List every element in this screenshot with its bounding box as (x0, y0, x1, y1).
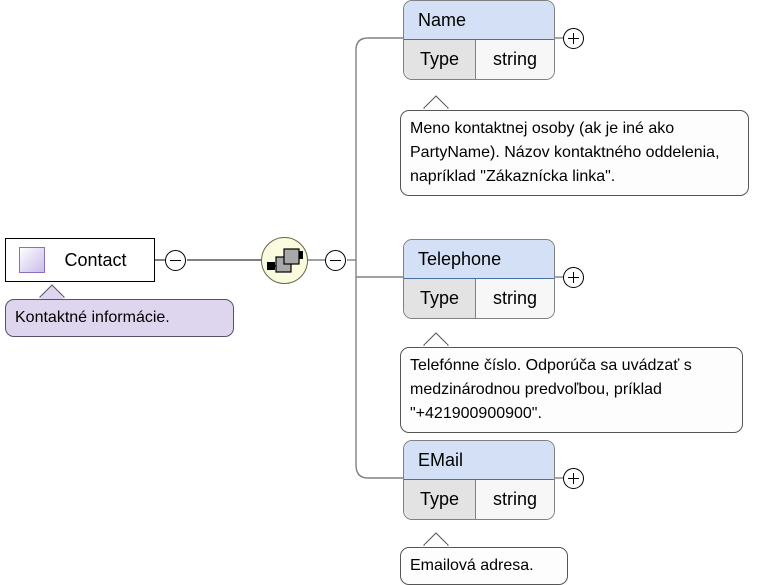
element-attributes: Type string (404, 480, 554, 519)
element-name-label: Telephone (404, 240, 554, 279)
sequence-icon (267, 248, 303, 273)
element-name-label: Name (404, 1, 554, 40)
attribute-value: string (476, 279, 554, 318)
element-name-label: EMail (404, 441, 554, 480)
element-attributes: Type string (404, 40, 554, 79)
element-icon (19, 247, 45, 273)
attribute-value: string (476, 40, 554, 79)
connector-layer (38, 37, 563, 548)
expand-toggle-email[interactable] (563, 468, 584, 489)
element-box-contact[interactable]: Contact (5, 238, 155, 282)
expand-toggle-telephone[interactable] (563, 267, 584, 288)
attribute-key: Type (404, 279, 476, 318)
annotation-email: Emailová adresa. (400, 547, 568, 585)
element-name-label: Contact (64, 250, 127, 270)
expand-toggle-name[interactable] (563, 28, 584, 49)
collapse-toggle-sequence[interactable] (325, 250, 346, 271)
attribute-value: string (476, 480, 554, 519)
collapse-toggle-contact[interactable] (165, 250, 186, 271)
attribute-key: Type (404, 40, 476, 79)
annotation-contact: Kontaktné informácie. (5, 299, 234, 337)
element-box-email[interactable]: EMail Type string (403, 440, 555, 520)
element-attributes: Type string (404, 279, 554, 318)
element-box-name[interactable]: Name Type string (403, 0, 555, 80)
attribute-key: Type (404, 480, 476, 519)
element-box-telephone[interactable]: Telephone Type string (403, 239, 555, 319)
sequence-compositor[interactable] (261, 237, 308, 284)
annotation-name: Meno kontaktnej osoby (ak je iné ako Par… (400, 110, 749, 196)
annotation-telephone: Telefónne číslo. Odporúča sa uvádzať s m… (400, 347, 743, 433)
